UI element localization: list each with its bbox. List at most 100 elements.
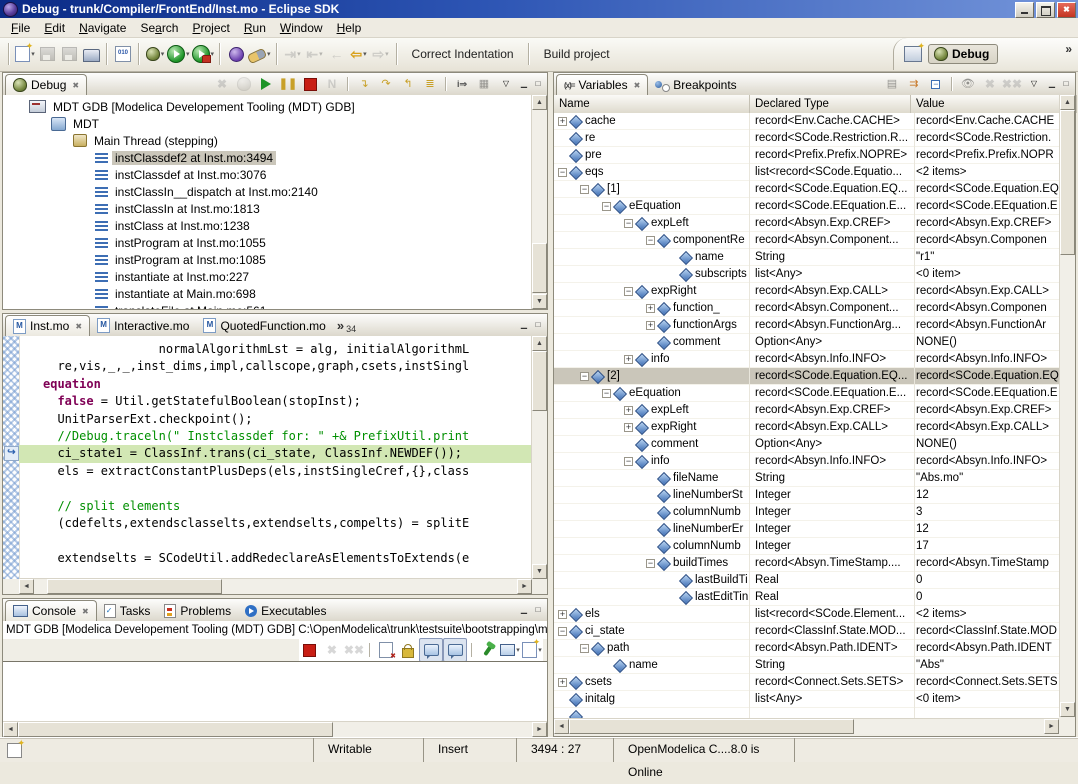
console-horizontal-scrollbar[interactable]: ◄ ► (3, 721, 547, 737)
more-editors-chevron[interactable]: » 34 (333, 315, 360, 336)
console-output[interactable] (3, 661, 547, 722)
scroll-lock-button[interactable] (397, 639, 419, 661)
drop-to-frame-button[interactable]: ≣ (419, 75, 441, 93)
editor-horizontal-scrollbar[interactable]: ◄ ► (19, 578, 532, 594)
expand-icon[interactable]: + (624, 406, 633, 415)
variable-row[interactable]: +function_record<Absyn.Component...recor… (554, 300, 1059, 317)
maximize-view-button[interactable]: □ (1059, 78, 1073, 90)
variable-row[interactable]: columnNumbInteger17 (554, 538, 1059, 555)
clear-console-button[interactable] (375, 639, 397, 661)
debug-tree-row[interactable]: MDT GDB [Modelica Developement Tooling (… (3, 98, 531, 115)
scroll-left-arrow[interactable]: ◄ (554, 719, 569, 734)
minimize-view-button[interactable]: ▁ (517, 78, 531, 90)
debug-tree-row[interactable]: Main Thread (stepping) (3, 132, 531, 149)
variable-row[interactable]: −pathrecord<Absyn.Path.IDENT>record<Absy… (554, 640, 1059, 657)
variable-row[interactable]: prerecord<Prefix.Prefix.NOPRE>record<Pre… (554, 147, 1059, 164)
variable-row[interactable]: +expRightrecord<Absyn.Exp.CALL>record<Ab… (554, 419, 1059, 436)
collapse-icon[interactable]: − (624, 287, 633, 296)
minimize-console-button[interactable]: ▁ (517, 604, 531, 616)
remove-all-terminated-button[interactable]: ✖ (211, 75, 233, 93)
open-element-button[interactable] (225, 43, 247, 65)
collapse-icon[interactable]: − (602, 389, 611, 398)
build-project-button[interactable]: Build project (534, 44, 620, 64)
code-line[interactable] (19, 532, 532, 549)
menu-window[interactable]: Window (273, 19, 330, 37)
debug-tree-row[interactable]: instClassdef at Inst.mo:3076 (3, 166, 531, 183)
debug-tree-row[interactable]: translateFile at Main.mo:561 (3, 302, 531, 309)
search-brush-button[interactable]: ▾ (247, 43, 272, 65)
pin-console-button[interactable] (477, 639, 499, 661)
view-menu-button[interactable]: ▽ (1023, 75, 1045, 93)
scroll-down-arrow[interactable]: ▼ (1060, 702, 1075, 717)
collapse-icon[interactable]: − (646, 236, 655, 245)
scroll-up-arrow[interactable]: ▲ (1060, 95, 1075, 110)
code-line[interactable]: (cdefelts,extendsclasselts,extendselts,c… (19, 515, 532, 532)
variable-row[interactable]: −buildTimesrecord<Absyn.TimeStamp....rec… (554, 555, 1059, 572)
back-button[interactable]: ⇦▾ (348, 43, 370, 65)
collapse-icon[interactable]: − (580, 372, 589, 381)
menu-help[interactable]: Help (330, 19, 369, 37)
maximize-console-button[interactable]: □ (531, 604, 545, 616)
variables-vertical-scrollbar[interactable]: ▲ ▼ (1059, 95, 1075, 717)
debug-tree-row[interactable]: instantiate at Main.mo:698 (3, 285, 531, 302)
collapse-icon[interactable]: − (646, 559, 655, 568)
variable-row[interactable]: lastEditTinReal0 (554, 589, 1059, 606)
collapse-icon[interactable]: − (624, 219, 633, 228)
save-all-button[interactable] (58, 43, 80, 65)
scroll-left-arrow[interactable]: ◄ (3, 722, 18, 737)
open-console-button[interactable]: ▾ (521, 639, 543, 661)
debug-tree-row[interactable]: MDT (3, 115, 531, 132)
menu-project[interactable]: Project (185, 19, 236, 37)
vertical-sash[interactable] (548, 72, 553, 738)
menu-navigate[interactable]: Navigate (72, 19, 133, 37)
editor-vertical-scrollbar[interactable]: ▲ ▼ (531, 336, 547, 579)
expand-icon[interactable]: + (558, 678, 567, 687)
debug-tree-row[interactable]: instClass at Inst.mo:1238 (3, 217, 531, 234)
scroll-down-arrow[interactable]: ▼ (532, 564, 547, 579)
correct-indentation-button[interactable]: Correct Indentation (402, 44, 524, 64)
close-icon[interactable]: ✖ (634, 81, 641, 90)
maximize-view-button[interactable]: □ (531, 78, 545, 90)
tab-tasks[interactable]: Tasks (97, 600, 158, 621)
show-console-stderr-button[interactable] (443, 638, 467, 662)
variable-row[interactable]: −expLeftrecord<Absyn.Exp.CREF>record<Abs… (554, 215, 1059, 232)
minimize-button[interactable] (1015, 2, 1034, 18)
code-line[interactable]: equation (19, 376, 532, 393)
show-console-stdout-button[interactable] (419, 638, 443, 662)
tab-debug[interactable]: Debug ✖ (5, 74, 87, 95)
perspective-overflow-chevron[interactable]: » (1065, 42, 1072, 56)
collapse-icon[interactable]: − (602, 202, 611, 211)
scroll-thumb[interactable] (18, 722, 333, 737)
tab-breakpoints[interactable]: Breakpoints (648, 74, 743, 95)
debug-vertical-scrollbar[interactable]: ▲ ▼ (531, 95, 547, 309)
tab-console[interactable]: Console✖ (5, 600, 97, 621)
external-tools-button[interactable]: ▾ (191, 43, 216, 65)
code-line[interactable]: extendselts = SCodeUtil.addRedeclareAsEl… (19, 550, 532, 567)
menu-search[interactable]: Search (133, 19, 185, 37)
variable-row[interactable]: −componentRerecord<Absyn.Component...rec… (554, 232, 1059, 249)
step-over-button[interactable]: ↷ (375, 75, 397, 93)
disconnect-button[interactable]: N (321, 75, 343, 93)
code-line[interactable]: re,vis,_,_,inst_dims,impl,callscope,grap… (19, 358, 532, 375)
debug-tree-row[interactable]: instProgram at Inst.mo:1085 (3, 251, 531, 268)
scroll-down-arrow[interactable]: ▼ (532, 294, 547, 309)
debug-perspective-button[interactable]: Debug (928, 44, 998, 64)
variable-row[interactable]: subscriptslist<Any><0 item> (554, 266, 1059, 283)
tab-problems[interactable]: Problems (157, 600, 238, 621)
variables-horizontal-scrollbar[interactable]: ◄ ► (554, 718, 1059, 734)
variable-row[interactable]: initalglist<Any><0 item> (554, 691, 1059, 708)
scroll-thumb[interactable] (47, 579, 222, 594)
collapse-icon[interactable]: − (558, 168, 567, 177)
step-return-button[interactable]: ↰ (397, 75, 419, 93)
editor-tab-inst-mo[interactable]: MInst.mo✖ (5, 315, 90, 336)
variable-row[interactable]: +inforecord<Absyn.Info.INFO>record<Absyn… (554, 351, 1059, 368)
collapse-icon[interactable]: − (624, 457, 633, 466)
variable-row[interactable]: −ci_staterecord<ClassInf.State.MOD...rec… (554, 623, 1059, 640)
new-watch-button[interactable]: 👁 (957, 75, 979, 93)
variable-row[interactable]: −[2]record<SCode.Equation.EQ...record<SC… (554, 368, 1059, 385)
open-perspective-icon[interactable] (904, 46, 922, 62)
scroll-left-arrow[interactable]: ◄ (19, 579, 34, 594)
code-line[interactable]: //Debug.traceln(" Instclassdef for: " +&… (19, 428, 532, 445)
remove-all-variables-button[interactable]: ✖✖ (1001, 75, 1023, 93)
menu-edit[interactable]: Edit (37, 19, 72, 37)
